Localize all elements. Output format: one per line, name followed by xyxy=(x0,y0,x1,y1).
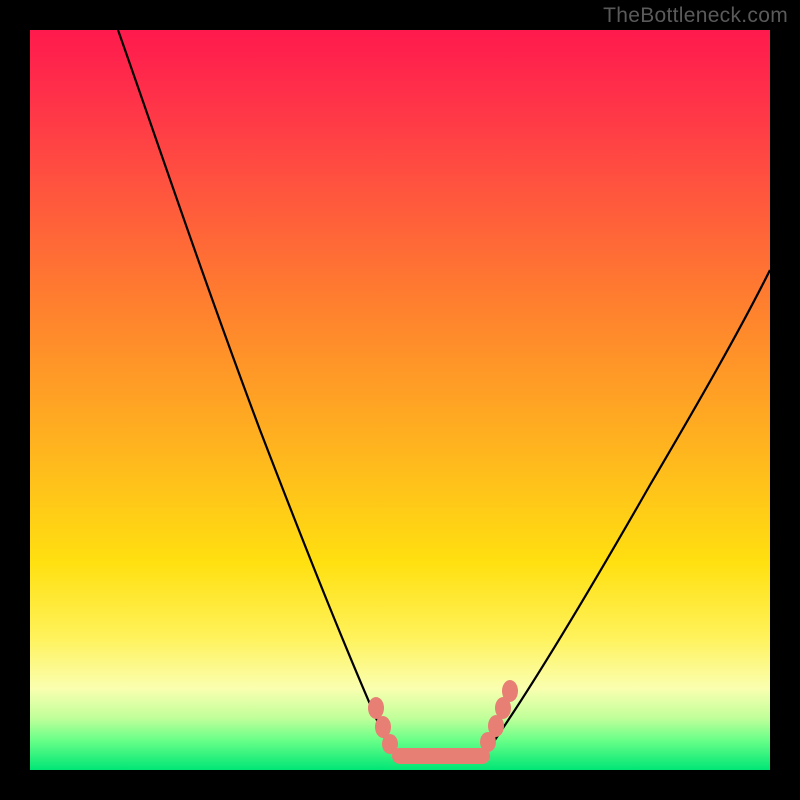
marker-left-1 xyxy=(368,697,384,719)
marker-left-3 xyxy=(382,734,398,754)
plot-area xyxy=(30,30,770,770)
marker-right-4 xyxy=(502,680,518,702)
right-curve xyxy=(488,270,770,750)
watermark-text: TheBottleneck.com xyxy=(603,4,788,28)
left-curve xyxy=(118,30,390,750)
curve-layer xyxy=(30,30,770,770)
chart-frame: TheBottleneck.com xyxy=(0,0,800,800)
